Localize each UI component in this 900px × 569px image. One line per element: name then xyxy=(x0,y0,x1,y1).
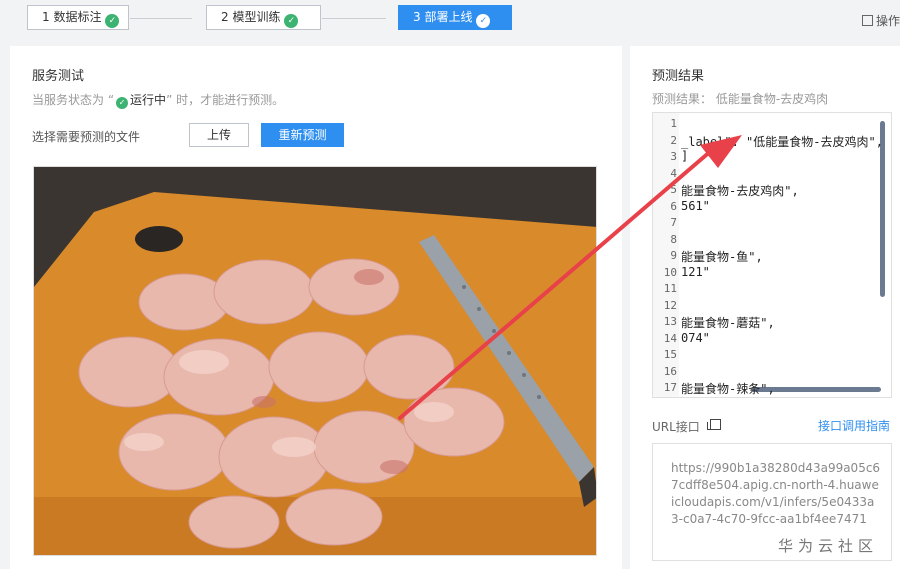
hint-suffix: ” 时，才能进行预测。 xyxy=(166,93,285,107)
service-test-title: 服务测试 xyxy=(32,69,85,84)
code-line: 074" xyxy=(681,330,710,345)
code-line: 能量食物-蘑菇", xyxy=(681,316,775,330)
line-number: 14 xyxy=(663,331,677,345)
step-model-training[interactable]: 2 模型训练 ✓ xyxy=(206,5,321,30)
operations-label: 操作 xyxy=(875,14,900,28)
running-check-icon: ✓ xyxy=(116,97,129,109)
hint-prefix: 当服务状态为 “ xyxy=(32,93,115,107)
line-number: 15 xyxy=(663,348,677,361)
line-number: 16 xyxy=(663,364,677,378)
steps-bar: 1 数据标注 ✓ 2 模型训练 ✓ 3 部署上线 ✓ 操作 xyxy=(0,0,900,40)
line-number: 5 xyxy=(670,183,677,196)
service-status-hint: 当服务状态为 “✓ 运行中” 时，才能进行预测。 xyxy=(32,91,284,109)
line-number: 17 xyxy=(663,381,677,394)
code-line: 121" xyxy=(681,264,710,279)
code-line: ] xyxy=(681,149,689,163)
copy-icon[interactable] xyxy=(707,419,721,430)
prediction-result-panel: 预测结果 预测结果： 低能量食物-去皮鸡肉 1 2 _label": "低能量食物-… xyxy=(630,46,900,569)
code-line: 能量食物-辣条", xyxy=(681,382,775,396)
check-icon: ✓ xyxy=(284,14,299,28)
file-select-label: 选择需要预测的文件 xyxy=(32,130,141,144)
code-line: _label": "低能量食物-去皮鸡肉", xyxy=(681,134,883,149)
line-number: 8 xyxy=(670,232,677,246)
code-line: 能量食物-去皮鸡肉", xyxy=(681,184,799,198)
step-connector xyxy=(322,18,386,19)
api-guide-link[interactable]: 接口调用指南 xyxy=(818,417,890,434)
check-icon: ✓ xyxy=(476,14,491,28)
step-connector xyxy=(130,18,192,19)
service-test-panel: 服务测试 当服务状态为 “✓ 运行中” 时，才能进行预测。 选择需要预测的文件 上… xyxy=(10,46,622,569)
result-json-viewer[interactable]: 1 2 _label": "低能量食物-去皮鸡肉", 3] 4 5 能量食物-去皮鸡肉", 6… xyxy=(652,112,892,398)
line-number: 2 xyxy=(670,133,677,147)
line-number: 3 xyxy=(670,150,677,163)
operations-link[interactable]: 操作 xyxy=(861,12,900,29)
step-deploy[interactable]: 3 部署上线 ✓ xyxy=(398,5,512,30)
watermark: 华为云社区 xyxy=(778,537,879,555)
result-title: 预测结果 xyxy=(652,69,705,84)
line-number: 12 xyxy=(663,298,677,312)
step-data-labeling[interactable]: 1 数据标注 ✓ xyxy=(27,5,129,30)
edit-icon xyxy=(861,15,873,26)
result-summary: 预测结果： 低能量食物-去皮鸡肉 xyxy=(652,92,829,106)
code-line: 能量食物-鱼", xyxy=(681,250,763,264)
hint-status: 运行中 xyxy=(130,93,167,107)
line-number: 7 xyxy=(670,216,677,229)
line-number: 10 xyxy=(663,265,677,279)
check-icon: ✓ xyxy=(105,14,120,28)
line-number: 6 xyxy=(670,199,677,213)
repredict-button[interactable]: 重新预测 xyxy=(261,123,344,147)
step-label: 1 数据标注 xyxy=(42,10,102,24)
step-label: 3 部署上线 xyxy=(413,10,473,24)
line-number: 1 xyxy=(670,117,677,130)
prediction-image xyxy=(33,166,597,556)
upload-button[interactable]: 上传 xyxy=(189,123,249,147)
line-number: 4 xyxy=(670,166,677,180)
step-label: 2 模型训练 xyxy=(221,10,281,24)
line-number: 13 xyxy=(663,315,677,328)
line-number: 11 xyxy=(663,282,677,295)
code-line: 561" xyxy=(681,198,710,213)
chicken-photo xyxy=(34,167,596,555)
line-number: 9 xyxy=(670,249,677,262)
url-label: URL接口 xyxy=(652,420,700,434)
